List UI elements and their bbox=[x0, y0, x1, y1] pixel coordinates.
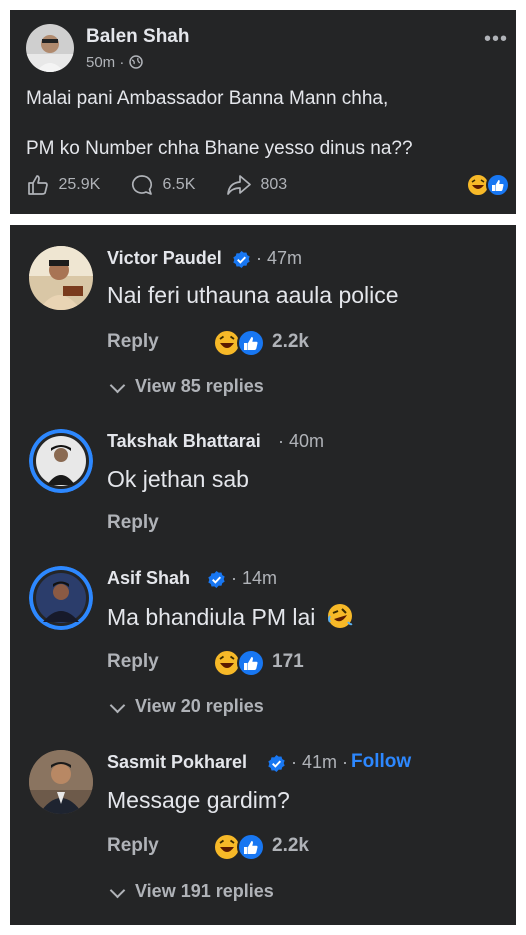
post-time: 50m bbox=[86, 54, 116, 71]
like-count: 25.9K bbox=[58, 176, 101, 193]
share-icon bbox=[227, 175, 251, 195]
reply-button[interactable]: Reply bbox=[107, 651, 159, 673]
comment-time: · 47m bbox=[256, 248, 303, 268]
post-card: Balen Shah 50m · ••• Malai pani Ambassad… bbox=[10, 10, 516, 214]
reply-button[interactable]: Reply bbox=[107, 331, 159, 353]
comment-reactions[interactable] bbox=[213, 649, 269, 682]
avatar[interactable] bbox=[29, 246, 93, 310]
avatar[interactable] bbox=[29, 429, 93, 493]
comment-time: · 41m · bbox=[291, 752, 349, 772]
avatar[interactable] bbox=[29, 750, 93, 814]
reaction-count: 2.2k bbox=[272, 331, 309, 352]
commenter-name[interactable]: Sasmit Pokharel bbox=[107, 752, 247, 773]
reply-button[interactable]: Reply bbox=[107, 835, 159, 857]
comment-reactions[interactable] bbox=[213, 833, 269, 866]
view-replies-link[interactable]: View 85 replies bbox=[108, 376, 264, 397]
post-text-line-2: PM ko Number chha Bhane yesso dinus na?? bbox=[26, 138, 413, 159]
comment-text: Ok jethan sab bbox=[107, 466, 249, 492]
share-count: 803 bbox=[260, 176, 288, 193]
like-reaction-icon bbox=[237, 833, 265, 861]
post-reactions[interactable] bbox=[466, 173, 514, 202]
post-text-line-1: Malai pani Ambassador Banna Mann chha, bbox=[26, 88, 389, 109]
haha-reaction-icon bbox=[213, 833, 241, 861]
comment-text: Nai feri uthauna aaula police bbox=[107, 282, 399, 308]
post-meta: 50m · bbox=[86, 54, 143, 71]
view-replies-label: View 85 replies bbox=[135, 376, 264, 396]
author-avatar[interactable] bbox=[26, 24, 74, 72]
commenter-name[interactable]: Victor Paudel bbox=[107, 248, 222, 269]
haha-reaction-icon bbox=[213, 649, 241, 677]
commenter-name[interactable]: Asif Shah bbox=[107, 568, 190, 589]
like-reaction-icon bbox=[237, 329, 265, 357]
comment-button[interactable]: 6.5K bbox=[130, 173, 195, 197]
thumbs-up-icon bbox=[28, 175, 48, 195]
share-button[interactable]: 803 bbox=[226, 173, 287, 197]
comment-text: Message gardim? bbox=[107, 787, 290, 813]
post-author-name[interactable]: Balen Shah bbox=[86, 26, 189, 48]
comment-time: · 14m bbox=[231, 568, 278, 588]
verified-badge-icon bbox=[233, 250, 250, 269]
comment-count: 6.5K bbox=[162, 176, 196, 193]
comment-text-content: Ma bhandiula PM lai bbox=[107, 604, 316, 630]
commenter-name[interactable]: Takshak Bhattarai bbox=[107, 431, 261, 452]
more-dots-icon[interactable]: ••• bbox=[484, 28, 508, 51]
globe-icon bbox=[128, 55, 143, 69]
comment-icon bbox=[131, 175, 153, 195]
haha-reaction-icon bbox=[213, 329, 241, 357]
follow-button[interactable]: Follow bbox=[351, 751, 411, 773]
comment-time: · 40m bbox=[278, 431, 325, 451]
reaction-count: 2.2k bbox=[272, 835, 309, 856]
reaction-count: 171 bbox=[272, 651, 304, 672]
view-replies-link[interactable]: View 191 replies bbox=[108, 881, 274, 902]
chevron-down-icon bbox=[109, 377, 126, 394]
verified-badge-icon bbox=[268, 754, 285, 773]
view-replies-label: View 191 replies bbox=[135, 881, 274, 901]
reply-button[interactable]: Reply bbox=[107, 512, 159, 534]
rolling-laughing-emoji-icon bbox=[327, 604, 353, 628]
chevron-down-icon bbox=[109, 882, 126, 899]
haha-reaction-icon bbox=[466, 173, 490, 197]
view-replies-link[interactable]: View 20 replies bbox=[108, 696, 264, 717]
comment-text: Ma bhandiula PM lai bbox=[107, 602, 354, 631]
like-button[interactable]: 25.9K bbox=[26, 173, 100, 197]
view-replies-label: View 20 replies bbox=[135, 696, 264, 716]
avatar[interactable] bbox=[29, 566, 93, 630]
verified-badge-icon bbox=[208, 570, 225, 589]
chevron-down-icon bbox=[109, 697, 126, 714]
comment-reactions[interactable] bbox=[213, 329, 269, 362]
like-reaction-icon bbox=[237, 649, 265, 677]
comments-section: Victor Paudel · 47m Nai feri uthauna aau… bbox=[10, 225, 516, 925]
like-reaction-icon bbox=[486, 173, 510, 197]
